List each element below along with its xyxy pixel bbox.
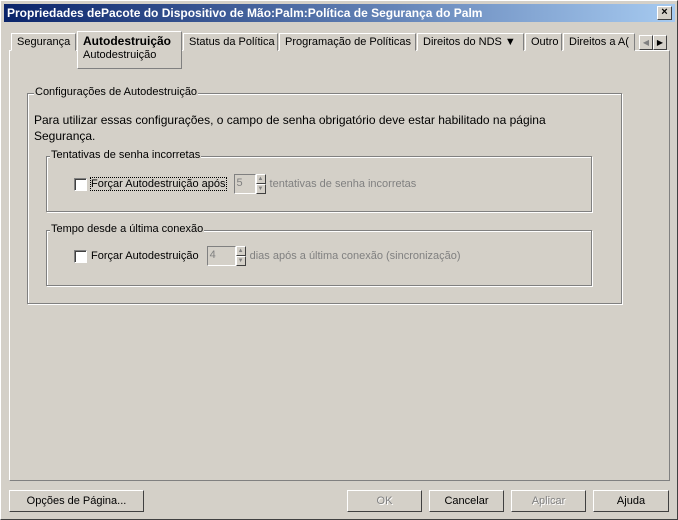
tab-seguranca[interactable]: Segurança [11,33,76,51]
apply-button[interactable]: Aplicar [511,490,586,512]
tab-sublabel: Autodestruição [83,49,157,61]
tab-autodestruicao[interactable]: Autodestruição Autodestruição [77,31,182,69]
attempts-row: Forçar Autodestruição após 5 ▲ ▼ tentativa… [74,174,416,194]
close-button[interactable]: × [657,6,672,20]
spin-down-icon[interactable]: ▼ [235,256,246,266]
attempts-checkbox[interactable] [74,177,87,191]
attempts-suffix: tentativas de senha incorretas [269,178,417,190]
since-group-title: Tempo desde a última conexão [50,223,205,235]
cancel-button[interactable]: Cancelar [429,490,504,512]
attempts-checkbox-label[interactable]: Forçar Autodestruição após [90,177,227,191]
dialog-window: Propriedades dePacote do Dispositivo de … [0,0,678,520]
since-checkbox[interactable] [74,249,87,263]
window-title: Propriedades dePacote do Dispositivo de … [7,6,483,20]
tab-scroll: ◀ ▶ [639,35,667,50]
scroll-right-icon[interactable]: ▶ [653,35,667,50]
tab-direitos-a[interactable]: Direitos a A( [563,33,635,51]
scroll-left-icon[interactable]: ◀ [639,35,653,50]
attempts-group-title: Tentativas de senha incorretas [50,149,202,161]
tab-outro[interactable]: Outro [525,33,562,51]
ok-button[interactable]: OK [347,490,422,512]
tab-label: Autodestruição [83,34,172,48]
group-title: Configurações de Autodestruição [34,86,199,98]
spin-up-icon[interactable]: ▲ [235,246,246,256]
since-suffix: dias após a última conexão (sincronizaçã… [249,250,461,262]
page-options-button[interactable]: Opções de Página... [9,490,144,512]
help-button[interactable]: Ajuda [593,490,669,512]
tab-status-politica[interactable]: Status da Política [183,33,278,51]
spin-up-icon[interactable]: ▲ [255,174,266,184]
since-checkbox-label[interactable]: Forçar Autodestruição [91,250,199,262]
since-stepper[interactable]: 4 ▲ ▼ [206,246,246,266]
tab-programacao-politicas[interactable]: Programação de Políticas [279,33,416,51]
spin-down-icon[interactable]: ▼ [255,184,266,194]
tab-direitos-nds[interactable]: Direitos do NDS ▼ [417,33,524,51]
since-value[interactable]: 4 [206,246,236,266]
since-row: Forçar Autodestruição 4 ▲ ▼ dias após a úl… [74,246,461,266]
attempts-value[interactable]: 5 [233,174,256,194]
attempts-stepper[interactable]: 5 ▲ ▼ [233,174,266,194]
description-text: Para utilizar essas configurações, o cam… [34,113,546,143]
title-bar: Propriedades dePacote do Dispositivo de … [4,4,675,22]
